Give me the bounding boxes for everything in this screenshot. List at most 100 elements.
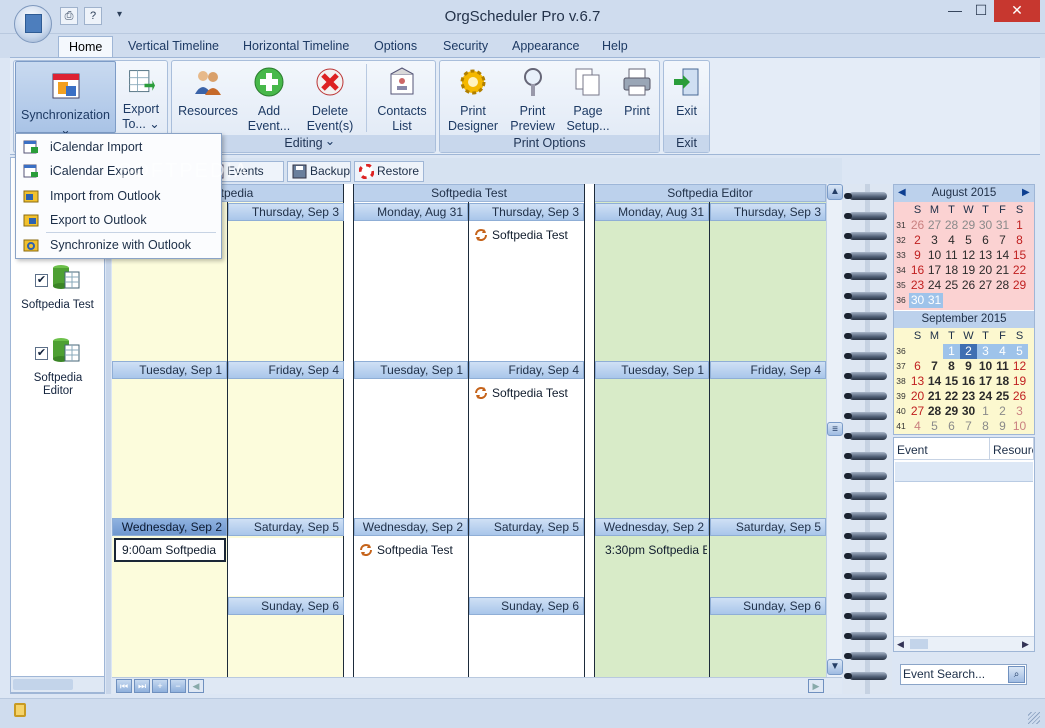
calendar-day[interactable]: 10: [1011, 419, 1028, 434]
calendar-day[interactable]: 24: [926, 278, 943, 293]
menu-item-synchronize-outlook[interactable]: Synchronize with Outlook: [16, 233, 221, 257]
calendar-day[interactable]: 28: [994, 278, 1011, 293]
day-header-tue[interactable]: Tuesday, Sep 1: [595, 361, 709, 379]
calendar-day[interactable]: 29: [1011, 278, 1028, 293]
calendar-day[interactable]: 10: [926, 248, 943, 263]
calendar-day[interactable]: 31: [994, 218, 1011, 233]
calendar-day[interactable]: 21: [994, 263, 1011, 278]
calendar-day[interactable]: 19: [960, 263, 977, 278]
calendar-day[interactable]: 22: [943, 389, 960, 404]
calendar-day[interactable]: 5: [1011, 344, 1028, 359]
calendar-day[interactable]: 1: [1011, 218, 1028, 233]
calendar-day[interactable]: 2: [909, 233, 926, 248]
last-page-button[interactable]: ⏭: [134, 679, 150, 693]
calendar-day[interactable]: 1: [943, 344, 960, 359]
scroll-thumb[interactable]: ≡: [827, 422, 843, 436]
day-header-fri[interactable]: Friday, Sep 4: [469, 361, 584, 379]
minimize-button[interactable]: —: [942, 0, 968, 22]
resource-checkbox[interactable]: ✔: [35, 347, 48, 360]
calendar-day[interactable]: 28: [926, 404, 943, 419]
tab-help[interactable]: Help: [592, 36, 638, 58]
calendar-day[interactable]: 16: [960, 374, 977, 389]
day-header-mon[interactable]: Monday, Aug 31: [595, 203, 709, 221]
scroll-down-button[interactable]: ▼: [827, 659, 843, 675]
calendar-day[interactable]: 22: [1011, 263, 1028, 278]
prev-month-button[interactable]: ◀: [898, 187, 906, 198]
schedule-vscrollbar[interactable]: ▲ ≡ ▼: [826, 184, 843, 677]
scroll-thumb[interactable]: [910, 639, 928, 649]
resources-button[interactable]: Resources: [176, 66, 240, 119]
calendar-day[interactable]: 20: [909, 389, 926, 404]
calendar-day[interactable]: 23: [909, 278, 926, 293]
tab-options[interactable]: Options: [364, 36, 427, 58]
calendar-day[interactable]: 30: [960, 404, 977, 419]
calendar-day[interactable]: 27: [977, 278, 994, 293]
calendar-day[interactable]: 20: [977, 263, 994, 278]
resource-column-header[interactable]: Resource: [990, 438, 1034, 460]
calendar-day[interactable]: 6: [977, 233, 994, 248]
first-page-button[interactable]: ⏮: [116, 679, 132, 693]
calendar-day[interactable]: 5: [960, 233, 977, 248]
event-item[interactable]: Softpedia Test: [359, 543, 453, 557]
calendar-day[interactable]: 9: [960, 359, 977, 374]
maximize-button[interactable]: ☐: [968, 0, 994, 22]
event-item[interactable]: Softpedia Test: [474, 228, 568, 242]
exit-button[interactable]: Exit: [666, 66, 707, 119]
print-designer-button[interactable]: Print Designer: [443, 66, 503, 134]
scroll-left-button[interactable]: ◀: [188, 679, 204, 693]
day-header-tue[interactable]: Tuesday, Sep 1: [112, 361, 227, 379]
day-header-sun[interactable]: Sunday, Sep 6: [469, 597, 584, 615]
calendar-day[interactable]: 27: [926, 218, 943, 233]
calendar-day[interactable]: 5: [926, 419, 943, 434]
day-header-thu[interactable]: Thursday, Sep 3: [228, 203, 344, 221]
print-button[interactable]: Print: [616, 66, 658, 119]
calendar-day[interactable]: 15: [943, 374, 960, 389]
resources-scrollbar[interactable]: [10, 676, 105, 693]
calendar-day[interactable]: 27: [909, 404, 926, 419]
synchronization-button[interactable]: Synchronization ⌄: [15, 61, 116, 137]
calendar-day[interactable]: 23: [960, 389, 977, 404]
calendar-day[interactable]: 4: [909, 419, 926, 434]
calendar-day[interactable]: 16: [909, 263, 926, 278]
calendar-day[interactable]: 4: [994, 344, 1011, 359]
menu-item-icalendar-import[interactable]: iCalendar Import: [16, 135, 221, 159]
calendar-day[interactable]: 19: [1011, 374, 1028, 389]
day-header-sat[interactable]: Saturday, Sep 5: [469, 518, 584, 536]
day-cell-sat[interactable]: [228, 538, 343, 596]
scroll-up-button[interactable]: ▲: [827, 184, 843, 200]
calendar-day[interactable]: 25: [994, 389, 1011, 404]
calendar-day[interactable]: 7: [994, 233, 1011, 248]
export-to-button[interactable]: Export To... ⌄: [118, 68, 164, 132]
schedule-hscrollbar[interactable]: [112, 677, 842, 694]
binoculars-icon[interactable]: ⌕: [1008, 666, 1025, 683]
calendar-day[interactable]: 3: [977, 344, 994, 359]
day-header-mon[interactable]: Monday, Aug 31: [354, 203, 468, 221]
calendar-day[interactable]: 26: [1011, 389, 1028, 404]
day-header-tue[interactable]: Tuesday, Sep 1: [354, 361, 468, 379]
calendar-day[interactable]: 10: [977, 359, 994, 374]
calendar-day[interactable]: 3: [926, 233, 943, 248]
calendar-day[interactable]: 29: [943, 404, 960, 419]
day-header-sun[interactable]: Sunday, Sep 6: [228, 597, 344, 615]
calendar-day[interactable]: 7: [960, 419, 977, 434]
calendar-day[interactable]: 26: [909, 218, 926, 233]
close-button[interactable]: ✕: [994, 0, 1040, 22]
day-header-sun[interactable]: Sunday, Sep 6: [710, 597, 826, 615]
tab-home[interactable]: Home: [58, 36, 114, 58]
calendar-day[interactable]: 18: [994, 374, 1011, 389]
calendar-day[interactable]: 30: [977, 218, 994, 233]
calendar-day[interactable]: 2: [994, 404, 1011, 419]
day-header-thu[interactable]: Thursday, Sep 3: [710, 203, 826, 221]
calendar-day[interactable]: 14: [994, 248, 1011, 263]
event-item[interactable]: Softpedia Test: [474, 386, 568, 400]
calendar-day[interactable]: 9: [909, 248, 926, 263]
calendar-day[interactable]: 3: [1011, 404, 1028, 419]
calendar-day[interactable]: 17: [926, 263, 943, 278]
calendar-day[interactable]: 2: [960, 344, 977, 359]
day-header-wed[interactable]: Wednesday, Sep 2: [354, 518, 468, 536]
day-header-wed[interactable]: Wednesday, Sep 2: [595, 518, 709, 536]
day-header-wed[interactable]: Wednesday, Sep 2: [112, 518, 227, 536]
restore-button[interactable]: Restore: [354, 161, 424, 182]
day-header-sat[interactable]: Saturday, Sep 5: [228, 518, 344, 536]
tab-security[interactable]: Security: [433, 36, 498, 58]
